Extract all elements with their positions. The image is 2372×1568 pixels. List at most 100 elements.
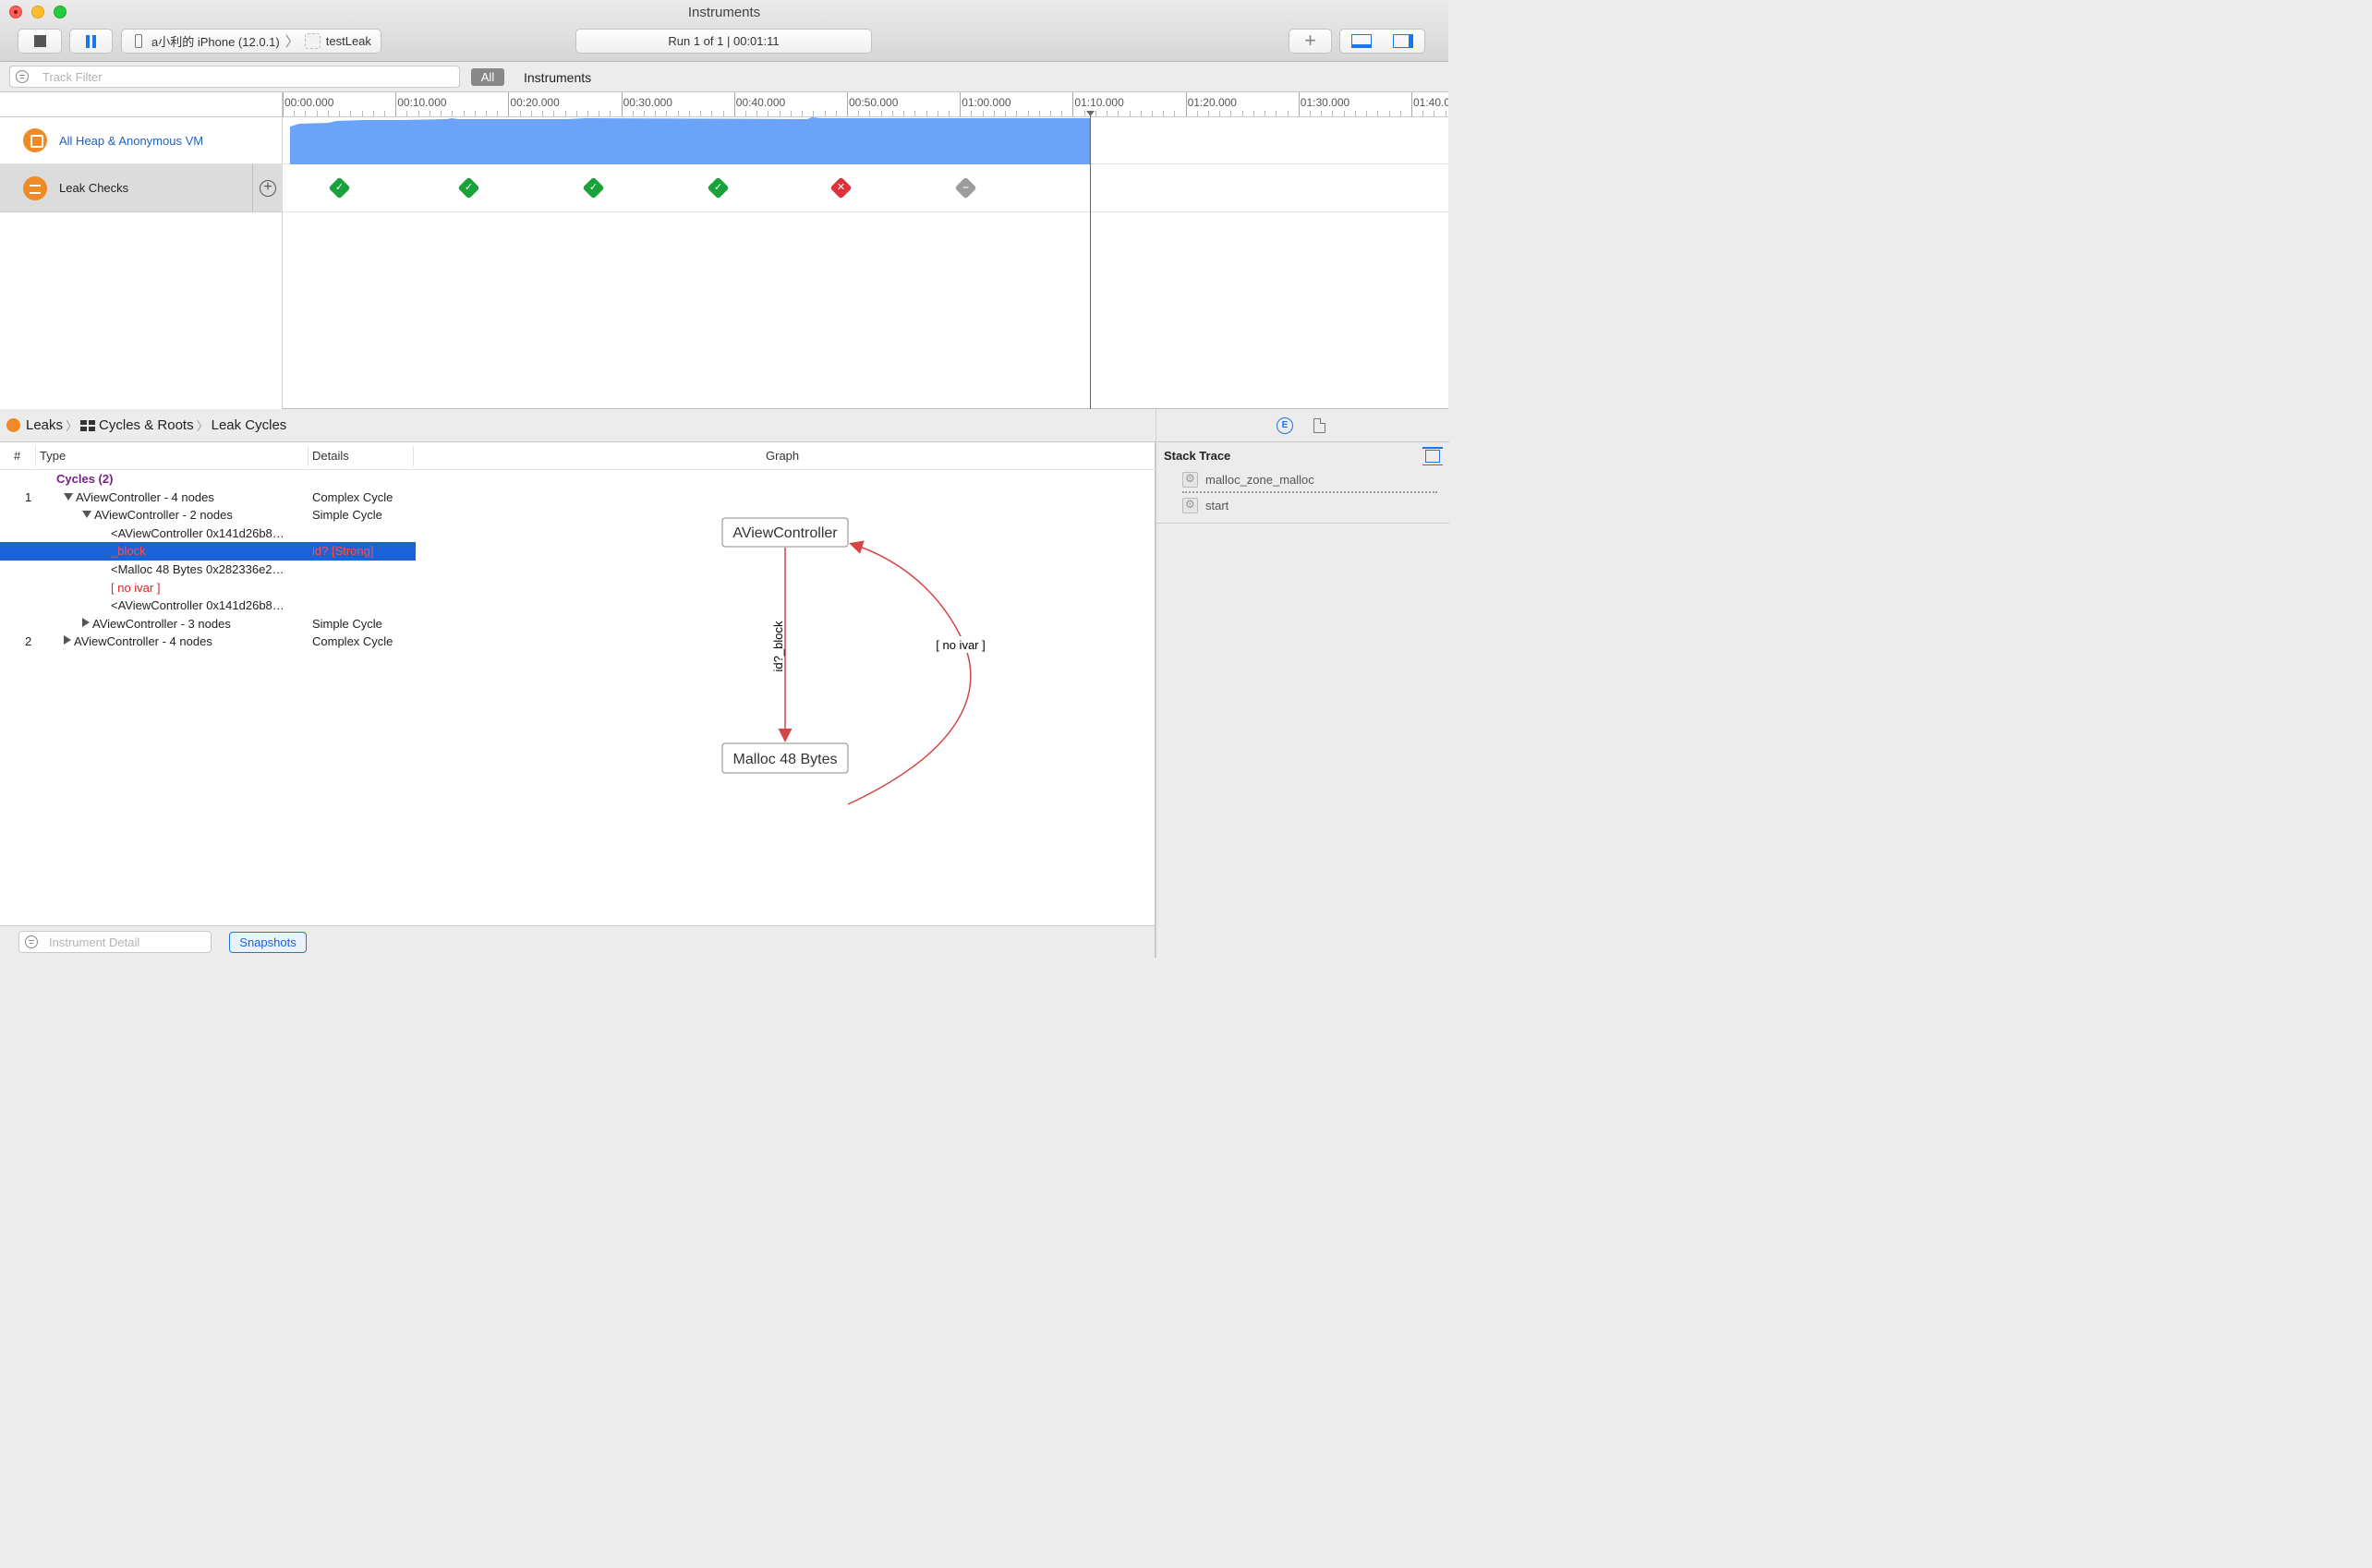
instrument-detail-input[interactable] (49, 935, 206, 950)
right-panel-icon (1393, 34, 1413, 48)
disclosure-triangle-icon[interactable] (64, 635, 71, 645)
plus-icon: + (1304, 29, 1316, 52)
column-graph: Graph (766, 449, 800, 463)
leak-check-passed-icon[interactable]: ✓ (328, 176, 351, 199)
all-scope-button[interactable]: All (471, 68, 504, 86)
plus-circle-icon: + (260, 179, 276, 197)
target-selector[interactable]: a小利的 iPhone (12.0.1) 〉 testLeak (121, 29, 381, 54)
graph-node-aviewcontroller[interactable]: AViewController (721, 517, 849, 548)
heap-usage-graph (290, 117, 1090, 164)
ruler-tick-label: 01:10.000 (1074, 96, 1124, 109)
tree-row-simple-cycle-2[interactable]: AViewController - 2 nodes Simple Cycle (0, 506, 416, 525)
stop-icon (34, 35, 46, 47)
graph-node-malloc[interactable]: Malloc 48 Bytes (721, 742, 849, 774)
cycles-roots-icon (80, 419, 96, 431)
ruler-tick-label: 00:10.000 (397, 96, 447, 109)
tree-row-node[interactable]: <AViewController 0x141d26b8… (0, 597, 416, 615)
disclosure-triangle-icon[interactable] (82, 511, 91, 519)
toggle-detail-area-button[interactable] (1339, 29, 1383, 54)
ruler-tick (395, 92, 397, 116)
tree-row-node[interactable]: <Malloc 48 Bytes 0x282336e2… (0, 561, 416, 579)
system-frame-icon (1182, 471, 1198, 488)
edge-label-block: id?_block (771, 621, 785, 671)
stack-frame[interactable]: start (1182, 496, 1228, 514)
leak-check-passed-icon[interactable]: ✓ (457, 176, 480, 199)
system-frame-icon (1182, 497, 1198, 513)
tree-row-cycles[interactable]: Cycles (2) (0, 470, 416, 488)
leak-checks-lane[interactable]: ✓ ✓ ✓ ✓ ✕ – (283, 164, 1448, 212)
track-all-heap[interactable]: All Heap & Anonymous VM (0, 117, 283, 164)
app-icon (304, 33, 321, 49)
tree-row-simple-cycle-3[interactable]: AViewController - 3 nodes Simple Cycle (0, 615, 416, 633)
tree-row-edge[interactable]: [ no ivar ] (0, 579, 416, 597)
ruler-tick-label: 00:30.000 (623, 96, 672, 109)
toolbar: Instruments a小利的 iPhone (12.0.1) 〉 testL… (0, 0, 1448, 62)
leak-check-failed-icon[interactable]: ✕ (829, 176, 853, 199)
toggle-inspector-button[interactable] (1382, 29, 1425, 54)
chevron-right-icon: 〉 (196, 419, 209, 433)
ruler-tick (1185, 92, 1187, 116)
bottom-panel-icon (1351, 34, 1372, 48)
device-name: a小利的 iPhone (12.0.1) (151, 35, 280, 49)
stack-trace-title: Stack Trace (1164, 449, 1231, 463)
chevron-right-icon: 〉 (284, 34, 299, 50)
heap-lane[interactable] (283, 117, 1448, 164)
time-ruler[interactable]: 00:00.000 00:10.000 00:20.000 00:30.000 00:4… (283, 92, 1448, 117)
svg-text:AViewController: AViewController (732, 525, 838, 541)
extended-detail-icon[interactable]: E (1277, 417, 1293, 434)
snapshots-button[interactable]: Snapshots (229, 932, 307, 953)
tree-row-block-selected[interactable]: _block id? [Strong] (0, 542, 416, 561)
instrument-detail-field[interactable] (18, 931, 212, 953)
filter-icon (16, 70, 29, 83)
leak-check-passed-icon[interactable]: ✓ (707, 176, 730, 199)
column-header: # Type Details Graph (0, 442, 1156, 470)
allocations-instrument-icon (23, 128, 47, 152)
filter-icon (25, 935, 38, 948)
ruler-tick (1072, 92, 1074, 116)
ruler-tick-label: 00:50.000 (849, 96, 899, 109)
ruler-tick (733, 92, 735, 116)
column-details[interactable]: Details (308, 446, 349, 466)
stack-trace-options-icon[interactable] (1422, 447, 1443, 465)
breadcrumb-cycles-roots[interactable]: Cycles & Roots (99, 417, 194, 433)
disclosure-triangle-icon[interactable] (64, 492, 73, 501)
ruler-tick (960, 92, 962, 116)
edge-label-no-ivar: [ no ivar ] (936, 638, 985, 652)
document-icon[interactable] (1313, 418, 1325, 433)
svg-text:Malloc 48 Bytes: Malloc 48 Bytes (733, 752, 838, 767)
track-area: 00:00.000 00:10.000 00:20.000 00:30.000 00:4… (0, 92, 1448, 409)
ruler-tick-label: 00:00.000 (284, 96, 334, 109)
playhead[interactable] (1090, 111, 1091, 409)
stop-recording-button[interactable] (18, 29, 62, 54)
disclosure-triangle-icon[interactable] (82, 617, 90, 627)
stack-frame[interactable]: malloc_zone_malloc (1182, 470, 1314, 488)
target-app-name: testLeak (325, 34, 371, 48)
ruler-tick-label: 00:20.000 (510, 96, 560, 109)
leak-check-passed-icon[interactable]: ✓ (582, 176, 605, 199)
column-num[interactable]: # (14, 442, 20, 470)
inspector-panel: E Stack Trace malloc_zone_malloc start (1156, 409, 1449, 958)
column-type[interactable]: Type (35, 446, 66, 466)
detail-bottom-bar: Snapshots (0, 925, 1156, 958)
tree-row-cycle-2[interactable]: 2 AViewController - 4 nodes Complex Cycl… (0, 633, 416, 651)
ruler-tick (508, 92, 510, 116)
track-filter-input[interactable] (42, 68, 449, 85)
breadcrumb-leak-cycles[interactable]: Leak Cycles (212, 417, 287, 433)
chevron-right-icon: 〉 (66, 419, 79, 433)
tree-row-cycle-1[interactable]: 1 AViewController - 4 nodes Complex Cycl… (0, 488, 416, 507)
breadcrumb-leaks[interactable]: Leaks (26, 417, 63, 433)
edge-no-ivar (847, 540, 972, 805)
leak-check-pending-icon[interactable]: – (954, 176, 977, 199)
pause-recording-button[interactable] (69, 29, 113, 54)
add-instrument-button[interactable]: + (1289, 29, 1332, 54)
leaks-instrument-icon (23, 175, 47, 200)
add-track-button[interactable]: + (252, 164, 283, 211)
instruments-scope-button[interactable]: Instruments (524, 70, 591, 85)
track-filter-field[interactable] (9, 66, 460, 88)
ruler-tick-label: 01:40.0 (1413, 96, 1448, 109)
run-status-display: Run 1 of 1 | 00:01:11 (575, 29, 872, 54)
ruler-tick-label: 01:00.000 (962, 96, 1011, 109)
tree-row-node[interactable]: <AViewController 0x141d26b8… (0, 525, 416, 543)
track-leak-checks[interactable]: Leak Checks + (0, 164, 283, 212)
ruler-tick (1298, 92, 1300, 116)
